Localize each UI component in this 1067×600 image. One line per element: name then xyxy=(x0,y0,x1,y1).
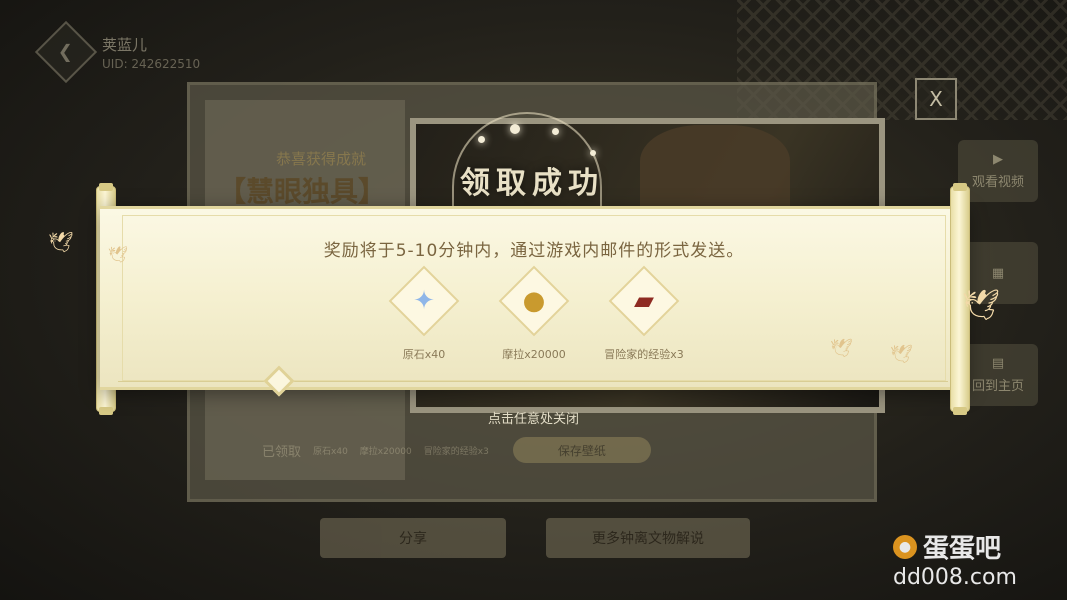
title-ornament-orb xyxy=(478,136,485,143)
close-button[interactable]: X xyxy=(915,78,957,120)
close-hint[interactable]: 点击任意处关闭 xyxy=(0,408,1067,427)
claimed-item: 摩拉x20000 xyxy=(359,446,412,457)
achievement-congrats: 恭喜获得成就 xyxy=(276,150,367,168)
reward-list: ✦ 原石x40 ● 摩拉x20000 ▰ 冒险家的经验x3 xyxy=(384,268,684,368)
scroll-rod-cap xyxy=(953,183,967,191)
watermark: ● 蛋蛋吧 dd008.com xyxy=(893,528,1017,590)
adventurer-exp-icon: ▰ xyxy=(634,286,654,316)
more-relics-button[interactable]: 更多钟离文物解说 xyxy=(546,518,750,558)
scroll-rod-cap xyxy=(99,183,113,191)
share-button[interactable]: 分享 xyxy=(320,518,506,558)
primogem-icon: ✦ xyxy=(413,286,435,316)
claimed-label: 已领取 xyxy=(262,444,302,460)
reward-label: 摩拉x20000 xyxy=(502,348,566,361)
reward-frame: ▰ xyxy=(611,268,677,334)
reward-message: 奖励将于5-10分钟内，通过游戏内邮件的形式发送。 xyxy=(323,241,745,261)
claimed-item: 原石x40 xyxy=(313,446,348,457)
swallow-ornament-icon: 🕊 xyxy=(108,245,129,264)
play-icon: ▶ xyxy=(993,152,1003,167)
swallow-ornament-icon: 🕊 xyxy=(830,338,853,359)
swallow-ornament-icon: 🕊 xyxy=(962,288,1001,323)
reward-label: 原石x40 xyxy=(402,348,446,361)
save-wallpaper-button[interactable]: 保存壁纸 xyxy=(512,437,651,463)
reward-item: ▰ 冒险家的经验x3 xyxy=(604,268,684,362)
side-button-label: 回到主页 xyxy=(971,379,1024,394)
watermark-url: dd008.com xyxy=(893,565,1017,590)
player-uid: UID: 242622510 xyxy=(102,56,201,71)
mora-icon: ● xyxy=(522,286,546,316)
achievement-name: 【慧眼独具】 xyxy=(218,175,387,208)
archive-icon: ▤ xyxy=(991,356,1005,371)
title-ornament-orb xyxy=(510,124,520,134)
player-info: ❮ 荚蓝儿 UID: 242622510 xyxy=(34,20,201,84)
reward-label: 冒险家的经验x3 xyxy=(604,348,684,361)
back-arrow-icon: ❮ xyxy=(58,41,74,63)
popup-title: 领取成功 xyxy=(460,166,604,201)
claimed-item: 冒险家的经验x3 xyxy=(423,446,489,457)
artwork-figure xyxy=(640,125,790,215)
gallery-icon: ▦ xyxy=(991,265,1005,281)
back-button[interactable]: ❮ xyxy=(34,20,98,84)
watermark-logo-icon: ● xyxy=(893,534,917,559)
swallow-ornament-icon: 🕊 xyxy=(890,344,913,365)
side-button-video[interactable]: ▶ 观看视频 xyxy=(958,140,1038,202)
title-ornament-orb xyxy=(590,150,596,156)
side-button-label: 观看视频 xyxy=(971,175,1024,190)
claimed-rewards-bar: 已领取 原石x40 摩拉x20000 冒险家的经验x3 保存壁纸 xyxy=(262,433,822,467)
reward-frame: ✦ xyxy=(391,268,457,334)
watermark-title: 蛋蛋吧 xyxy=(923,534,1002,564)
swallow-ornament-icon: 🕊 xyxy=(48,230,74,254)
reward-item: ● 摩拉x20000 xyxy=(494,268,574,362)
reward-frame: ● xyxy=(501,268,567,334)
close-icon: X xyxy=(929,87,943,111)
reward-item: ✦ 原石x40 xyxy=(384,268,464,362)
title-ornament-orb xyxy=(552,128,559,135)
side-button-home[interactable]: ▤ 回到主页 xyxy=(958,344,1038,406)
scroll-divider xyxy=(118,381,948,382)
player-name: 荚蓝儿 xyxy=(102,35,148,54)
